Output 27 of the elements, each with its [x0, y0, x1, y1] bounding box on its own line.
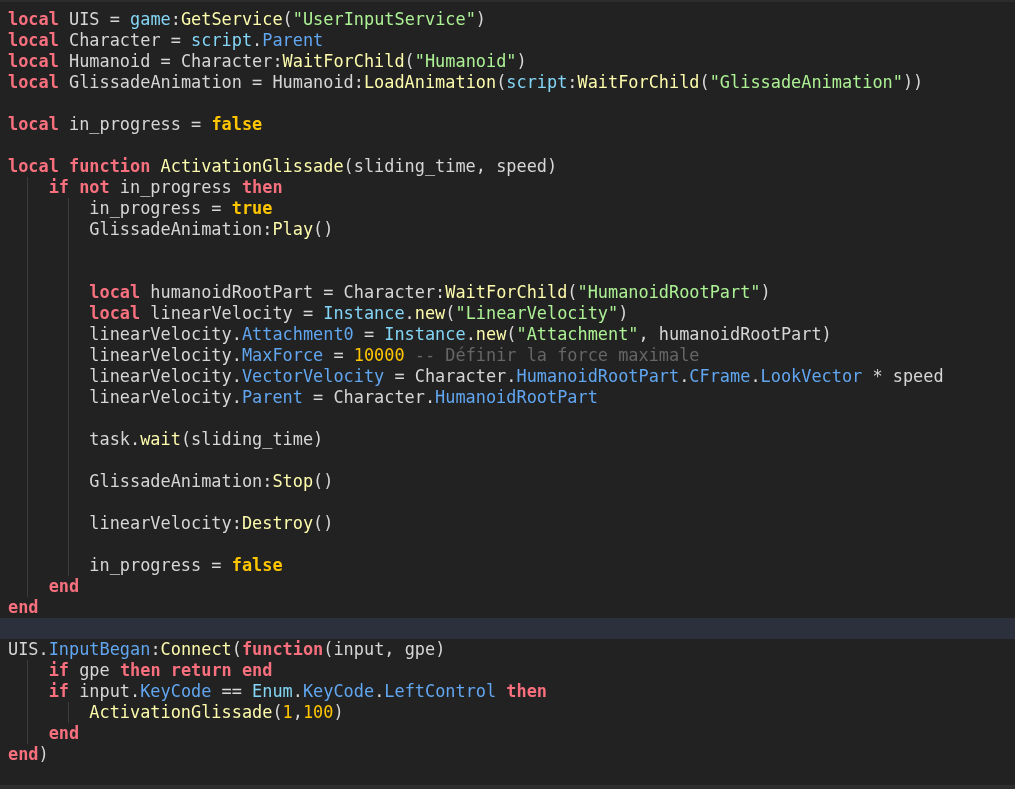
code-line: task.wait(sliding_time): [89, 429, 324, 450]
code-line: local linearVelocity = Instance.new("LinearVelocity"): [89, 303, 629, 324]
code-line: local Humanoid = Character:WaitForChild("Humanoid"): [8, 51, 527, 72]
code-line: end): [8, 744, 49, 765]
code-line: linearVelocity.Attachment0 = Instance.new("Attachment", humanoidRootPart): [89, 324, 832, 345]
code-line: linearVelocity:Destroy(): [89, 513, 334, 534]
code-line: ActivationGlissade(1,100): [89, 702, 344, 723]
code-line: local in_progress = false: [8, 114, 263, 135]
code-line: local humanoidRootPart = Character:WaitForChild("HumanoidRootPart"): [89, 282, 771, 303]
code-line: end: [48, 723, 80, 744]
code-line: in_progress = false: [89, 555, 283, 576]
code-line: UIS.InputBegan:Connect(function(input, gpe): [8, 639, 446, 660]
code-line: if gpe then return end: [48, 660, 273, 681]
code-line: if not in_progress then: [48, 177, 283, 198]
code-line: GlissadeAnimation:Play(): [89, 219, 334, 240]
code-line: linearVelocity.VectorVelocity = Character.HumanoidRootPart.CFrame.LookVector * speed: [89, 366, 944, 387]
code-line: in_progress = true: [89, 198, 273, 219]
code-line: linearVelocity.MaxForce = 10000 -- Définir la force maximale: [89, 345, 700, 366]
code-line: linearVelocity.Parent = Character.HumanoidRootPart: [89, 387, 598, 408]
code-line: GlissadeAnimation:Stop(): [89, 471, 334, 492]
code-line: local function ActivationGlissade(sliding_time, speed): [8, 156, 558, 177]
code-line: local Character = script.Parent: [8, 30, 324, 51]
code-line: local GlissadeAnimation = Humanoid:LoadAnimation(script:WaitForChild("GlissadeAnimation")): [8, 72, 924, 93]
code-line: end: [8, 597, 39, 618]
code-line: if input.KeyCode == Enum.KeyCode.LeftControl then: [48, 681, 547, 702]
code-line: local UIS = game:GetService("UserInputService"): [8, 9, 486, 30]
code-line: end: [48, 576, 80, 597]
